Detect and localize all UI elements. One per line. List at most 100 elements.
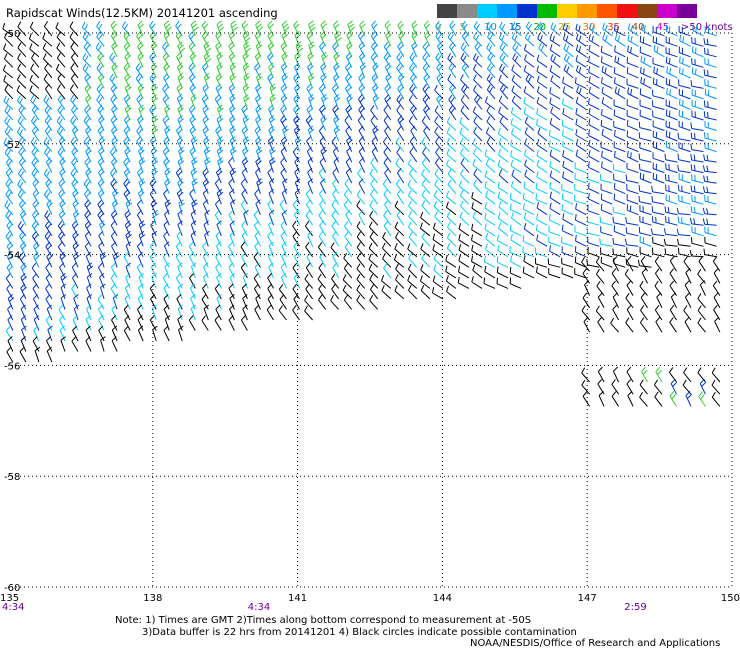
wind-barb [549,170,561,184]
wind-barb [445,265,457,279]
wind-barb [510,118,522,131]
wind-barb [669,317,677,333]
legend-swatch [437,4,457,18]
wind-barb [665,120,678,131]
wind-barb [678,79,691,89]
wind-barb [613,99,626,110]
wind-barb [639,280,648,296]
wind-barb [655,316,663,333]
wind-barb [638,132,652,142]
wind-barb [626,56,639,68]
wind-barb [536,170,548,184]
wind-barb [651,185,665,195]
wind-barb [471,276,483,289]
wind-barb [510,139,522,153]
wind-barb [445,254,457,268]
wind-barb [601,77,613,89]
wind-barb [690,122,704,131]
wind-barb [678,109,691,121]
wind-barb [654,391,663,407]
wind-barb [664,153,678,163]
wind-barb [549,245,561,258]
wind-barb [587,173,600,184]
time-label: 4:34 [2,602,24,613]
wind-barb [704,120,717,131]
wind-barb [664,206,678,216]
wind-barb [683,305,692,321]
wind-barb [20,283,27,300]
wind-barb [522,246,535,258]
wind-barb [600,203,613,216]
wind-barb [458,265,470,279]
wind-barb [575,203,587,216]
wind-barb [333,62,340,79]
wind-barb [510,255,522,268]
wind-barb [599,216,613,226]
wind-barb [522,266,535,279]
wind-barb [96,21,105,37]
wind-barb [613,141,626,153]
wind-barb [510,107,522,121]
wind-barb [458,180,470,195]
wind-barb [691,36,704,47]
wind-barb [601,150,613,163]
wind-barb [535,257,548,268]
wind-barb [561,193,574,205]
wind-barb [483,255,496,268]
wind-barb [549,117,561,131]
y-tick-label: -58 [4,472,20,483]
wind-barb [627,150,639,163]
wind-barb [676,207,691,216]
wind-barb [44,105,53,121]
wind-barb [624,268,634,284]
wind-barb [639,99,652,110]
wind-barb [547,258,561,268]
wind-barb [651,206,665,216]
wind-barb [411,30,419,47]
wind-barb [346,41,353,58]
wind-barb [664,248,678,258]
wind-barb [536,266,548,279]
wind-barb [683,367,692,383]
wind-barb [625,293,634,309]
wind-barb [691,226,704,237]
wind-barb [125,262,132,279]
wind-barb [704,236,717,247]
wind-barb [410,125,418,142]
wind-barb [397,115,405,131]
wind-barb [677,216,691,226]
wind-barb [613,109,626,121]
wind-barb [639,88,652,100]
wind-barb [5,157,14,173]
wind-barb [601,128,613,142]
wind-barb [496,266,509,279]
wind-barb [666,66,678,79]
wind-barb [57,73,66,89]
wind-barb [665,130,678,142]
wind-barb [575,33,587,47]
wind-barb [677,184,691,195]
wind-barb [581,379,590,395]
legend-swatch [477,4,497,18]
wind-barb [639,317,648,333]
wind-barb [652,141,665,153]
wind-barb [432,287,444,300]
wind-barb [358,178,366,194]
wind-barb [703,100,717,110]
wind-barb [588,44,600,58]
wind-barb [371,20,379,37]
legend-swatch [497,4,517,18]
wind-barb [548,129,561,142]
wind-barb [627,45,639,58]
wind-barb [638,195,652,205]
wind-barb [702,165,717,174]
wind-barb [202,178,210,194]
wind-barb [652,110,665,121]
wind-barb [601,161,613,174]
wind-barb [268,125,275,142]
wind-barb [55,22,66,37]
wind-barb [600,193,613,205]
wind-barb [574,245,587,258]
y-tick-label: -52 [4,140,20,151]
wind-barb [202,104,209,121]
